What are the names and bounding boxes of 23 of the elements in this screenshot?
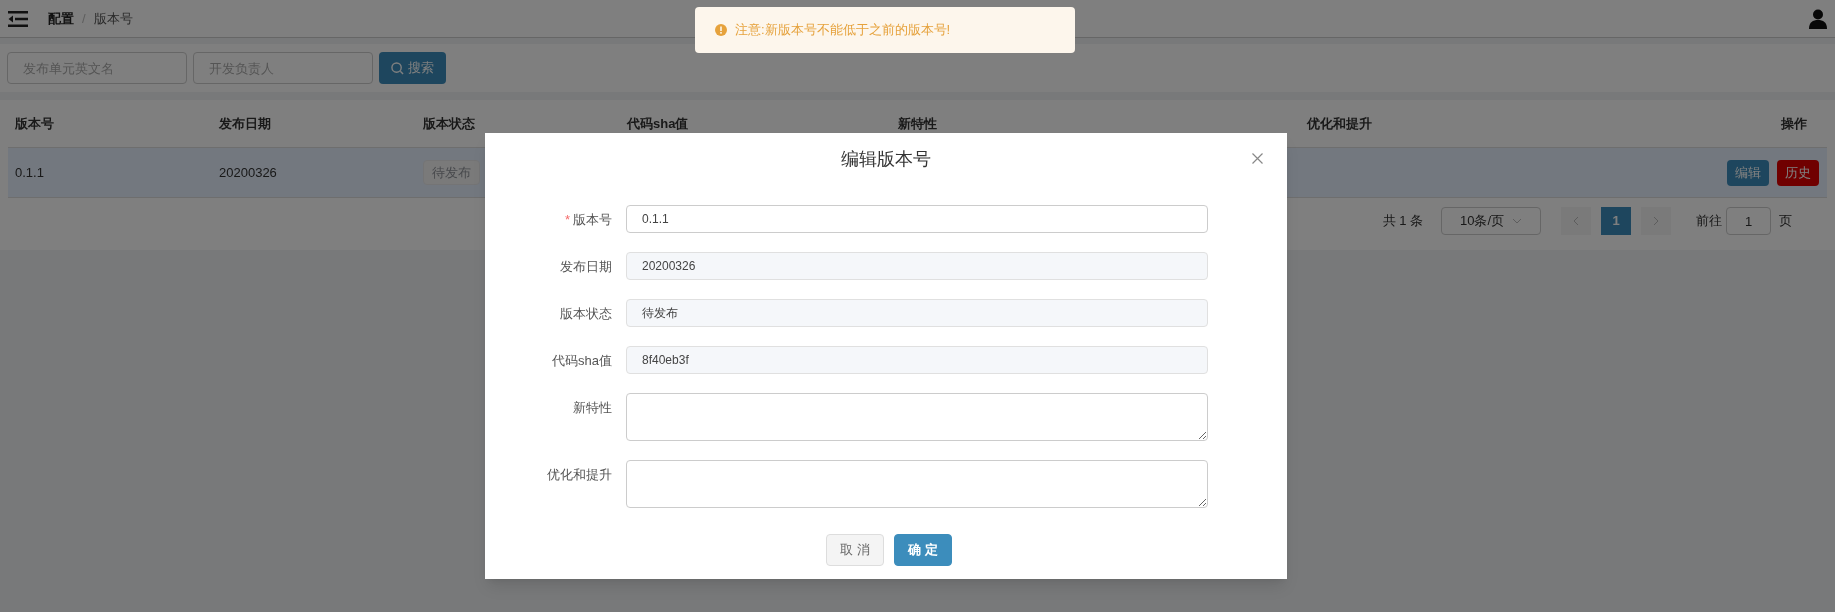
field-label: 新特性	[573, 399, 612, 417]
goto-label: 前往	[1696, 212, 1722, 231]
table-cell-text: 0.1.1	[14, 163, 45, 182]
column-header: 版本状态	[422, 114, 476, 133]
column-header: 发布日期	[218, 114, 272, 133]
table-cell-text: 20200326	[218, 163, 278, 182]
column-header: 版本号	[14, 114, 55, 133]
breadcrumb-separator: /	[82, 9, 86, 28]
field-label: 版本号	[573, 211, 612, 229]
column-header: 代码sha值	[625, 114, 690, 133]
total-count: 共 1 条	[1382, 212, 1423, 231]
toast-message: 注意:新版本号不能低于之前的版本号!	[735, 21, 951, 40]
breadcrumb-item: 版本号	[93, 9, 133, 28]
field-label: 优化和提升	[547, 466, 612, 484]
field-label: 发布日期	[560, 258, 612, 276]
page-suffix: 页	[1779, 212, 1792, 231]
column-header: 操作	[1781, 114, 1808, 133]
column-header: 新特性	[897, 114, 938, 133]
required-mark: *	[564, 211, 570, 229]
field-label: 版本状态	[560, 305, 612, 323]
dialog-title: 编辑版本号	[841, 147, 931, 171]
field-label: 代码sha值	[552, 352, 612, 370]
column-header: 优化和提升	[1305, 114, 1373, 133]
